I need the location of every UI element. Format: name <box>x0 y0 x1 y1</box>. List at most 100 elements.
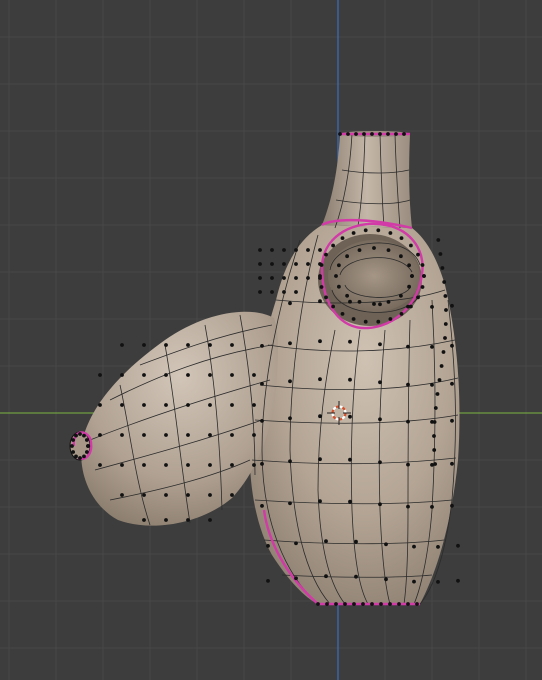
mesh-vertex[interactable] <box>294 248 298 252</box>
mesh-vertex[interactable] <box>288 341 292 346</box>
mesh-vertex[interactable] <box>142 463 146 467</box>
mesh-vertex[interactable] <box>399 254 403 259</box>
mesh-vertex[interactable] <box>186 403 190 407</box>
mesh-vertex[interactable] <box>282 276 286 280</box>
mesh-vertex[interactable] <box>98 463 102 467</box>
mesh-bulb[interactable] <box>81 311 279 526</box>
mesh-vertex[interactable] <box>142 373 146 377</box>
mesh-vertex[interactable] <box>98 373 102 377</box>
mesh-vertex[interactable] <box>456 543 460 548</box>
mesh-vertex[interactable] <box>348 299 352 304</box>
mesh-vertex[interactable] <box>443 336 447 340</box>
mesh-vertex[interactable] <box>230 463 234 467</box>
mesh-vertex[interactable] <box>337 284 341 289</box>
mesh-vertex[interactable] <box>230 433 234 437</box>
mesh-vertex[interactable] <box>318 248 322 252</box>
mesh-vertex[interactable] <box>420 263 425 267</box>
mesh-vertex[interactable] <box>406 382 410 387</box>
mesh-vertex[interactable] <box>363 228 368 233</box>
mesh-vertex[interactable] <box>85 438 89 442</box>
mesh-vertex[interactable] <box>260 344 264 348</box>
mesh-vertex[interactable] <box>443 322 448 326</box>
mesh-vertex[interactable] <box>348 414 352 419</box>
mesh-vertex[interactable] <box>142 403 146 407</box>
mesh-vertex[interactable] <box>74 433 78 438</box>
mesh-vertex[interactable] <box>82 454 86 459</box>
mesh-vertex[interactable] <box>318 377 322 382</box>
mesh-vertex[interactable] <box>324 574 328 579</box>
mesh-vertex[interactable] <box>164 433 168 437</box>
mesh-vertex[interactable] <box>450 303 454 308</box>
mesh-vertex[interactable] <box>164 373 168 377</box>
mesh-vertex[interactable] <box>407 284 411 289</box>
mesh-vertex[interactable] <box>70 444 74 448</box>
mesh-vertex[interactable] <box>120 373 124 377</box>
mesh-vertex[interactable] <box>456 578 460 583</box>
mesh-vertex[interactable] <box>399 293 403 298</box>
mesh-vertex[interactable] <box>288 459 292 464</box>
mesh-vertex[interactable] <box>433 462 437 466</box>
mesh-vertex[interactable] <box>415 602 419 606</box>
mesh-vertex[interactable] <box>78 456 82 460</box>
mesh-vertex[interactable] <box>354 539 358 544</box>
mesh-vertex[interactable] <box>98 403 102 407</box>
mesh-vertex[interactable] <box>82 433 86 438</box>
mesh-vertex[interactable] <box>409 243 413 248</box>
mesh-vertex[interactable] <box>420 285 425 289</box>
mesh-vertex[interactable] <box>354 574 358 579</box>
mesh-vertex[interactable] <box>351 231 356 235</box>
mesh-vertex[interactable] <box>450 343 454 348</box>
mesh-vertex[interactable] <box>412 544 416 549</box>
mesh-vertex[interactable] <box>442 280 447 284</box>
mesh-vertex[interactable] <box>208 433 212 437</box>
mesh-object[interactable] <box>69 131 460 606</box>
mesh-vertex[interactable] <box>436 545 440 549</box>
mesh-vertex[interactable] <box>120 493 124 497</box>
mesh-vertex[interactable] <box>432 420 437 424</box>
mesh-vertex[interactable] <box>435 392 440 396</box>
mesh-vertex[interactable] <box>230 403 234 407</box>
mesh-vertex[interactable] <box>340 312 345 316</box>
mesh-vertex[interactable] <box>252 373 256 377</box>
mesh-vertex[interactable] <box>306 262 310 266</box>
mesh-vertex[interactable] <box>319 285 324 289</box>
mesh-vertex[interactable] <box>208 518 212 522</box>
mesh-vertex[interactable] <box>450 381 454 386</box>
mesh-vertex[interactable] <box>142 433 146 437</box>
mesh-vertex[interactable] <box>260 382 264 386</box>
mesh-vertex[interactable] <box>402 132 406 136</box>
mesh-vertex[interactable] <box>345 293 349 298</box>
mesh-vertex[interactable] <box>378 342 382 347</box>
mesh-vertex[interactable] <box>331 304 335 309</box>
mesh-vertex[interactable] <box>388 231 393 235</box>
mesh-vertex[interactable] <box>186 343 190 347</box>
mesh-vertex[interactable] <box>357 300 362 304</box>
mesh-vertex[interactable] <box>164 463 168 467</box>
mesh-vertex[interactable] <box>386 248 391 253</box>
mesh-vertex[interactable] <box>318 339 322 344</box>
mesh-vertex[interactable] <box>266 579 270 583</box>
mesh-vertex[interactable] <box>164 403 168 407</box>
mesh-vertex[interactable] <box>294 276 298 280</box>
mesh-vertex[interactable] <box>343 602 347 606</box>
mesh-vertex[interactable] <box>318 299 322 304</box>
mesh-vertex[interactable] <box>260 504 264 508</box>
mesh-vertex[interactable] <box>306 248 310 252</box>
mesh-vertex[interactable] <box>164 343 168 347</box>
mesh-opening[interactable] <box>328 240 420 312</box>
mesh-vertex[interactable] <box>318 499 322 504</box>
mesh-vertex[interactable] <box>208 493 212 497</box>
mesh-vertex[interactable] <box>384 577 388 582</box>
mesh-vertex[interactable] <box>252 463 256 467</box>
mesh-vertex[interactable] <box>120 463 124 467</box>
mesh-vertex[interactable] <box>376 228 381 233</box>
mesh-vertex[interactable] <box>346 132 350 136</box>
mesh-vertex[interactable] <box>294 262 298 266</box>
mesh-vertex[interactable] <box>186 433 190 437</box>
mesh-vertex[interactable] <box>433 406 438 410</box>
mesh-vertex[interactable] <box>450 418 454 423</box>
mesh-vertex[interactable] <box>71 438 75 442</box>
mesh-vertex[interactable] <box>432 448 437 452</box>
mesh-vertex[interactable] <box>406 504 410 509</box>
mesh-vertex[interactable] <box>316 602 320 606</box>
